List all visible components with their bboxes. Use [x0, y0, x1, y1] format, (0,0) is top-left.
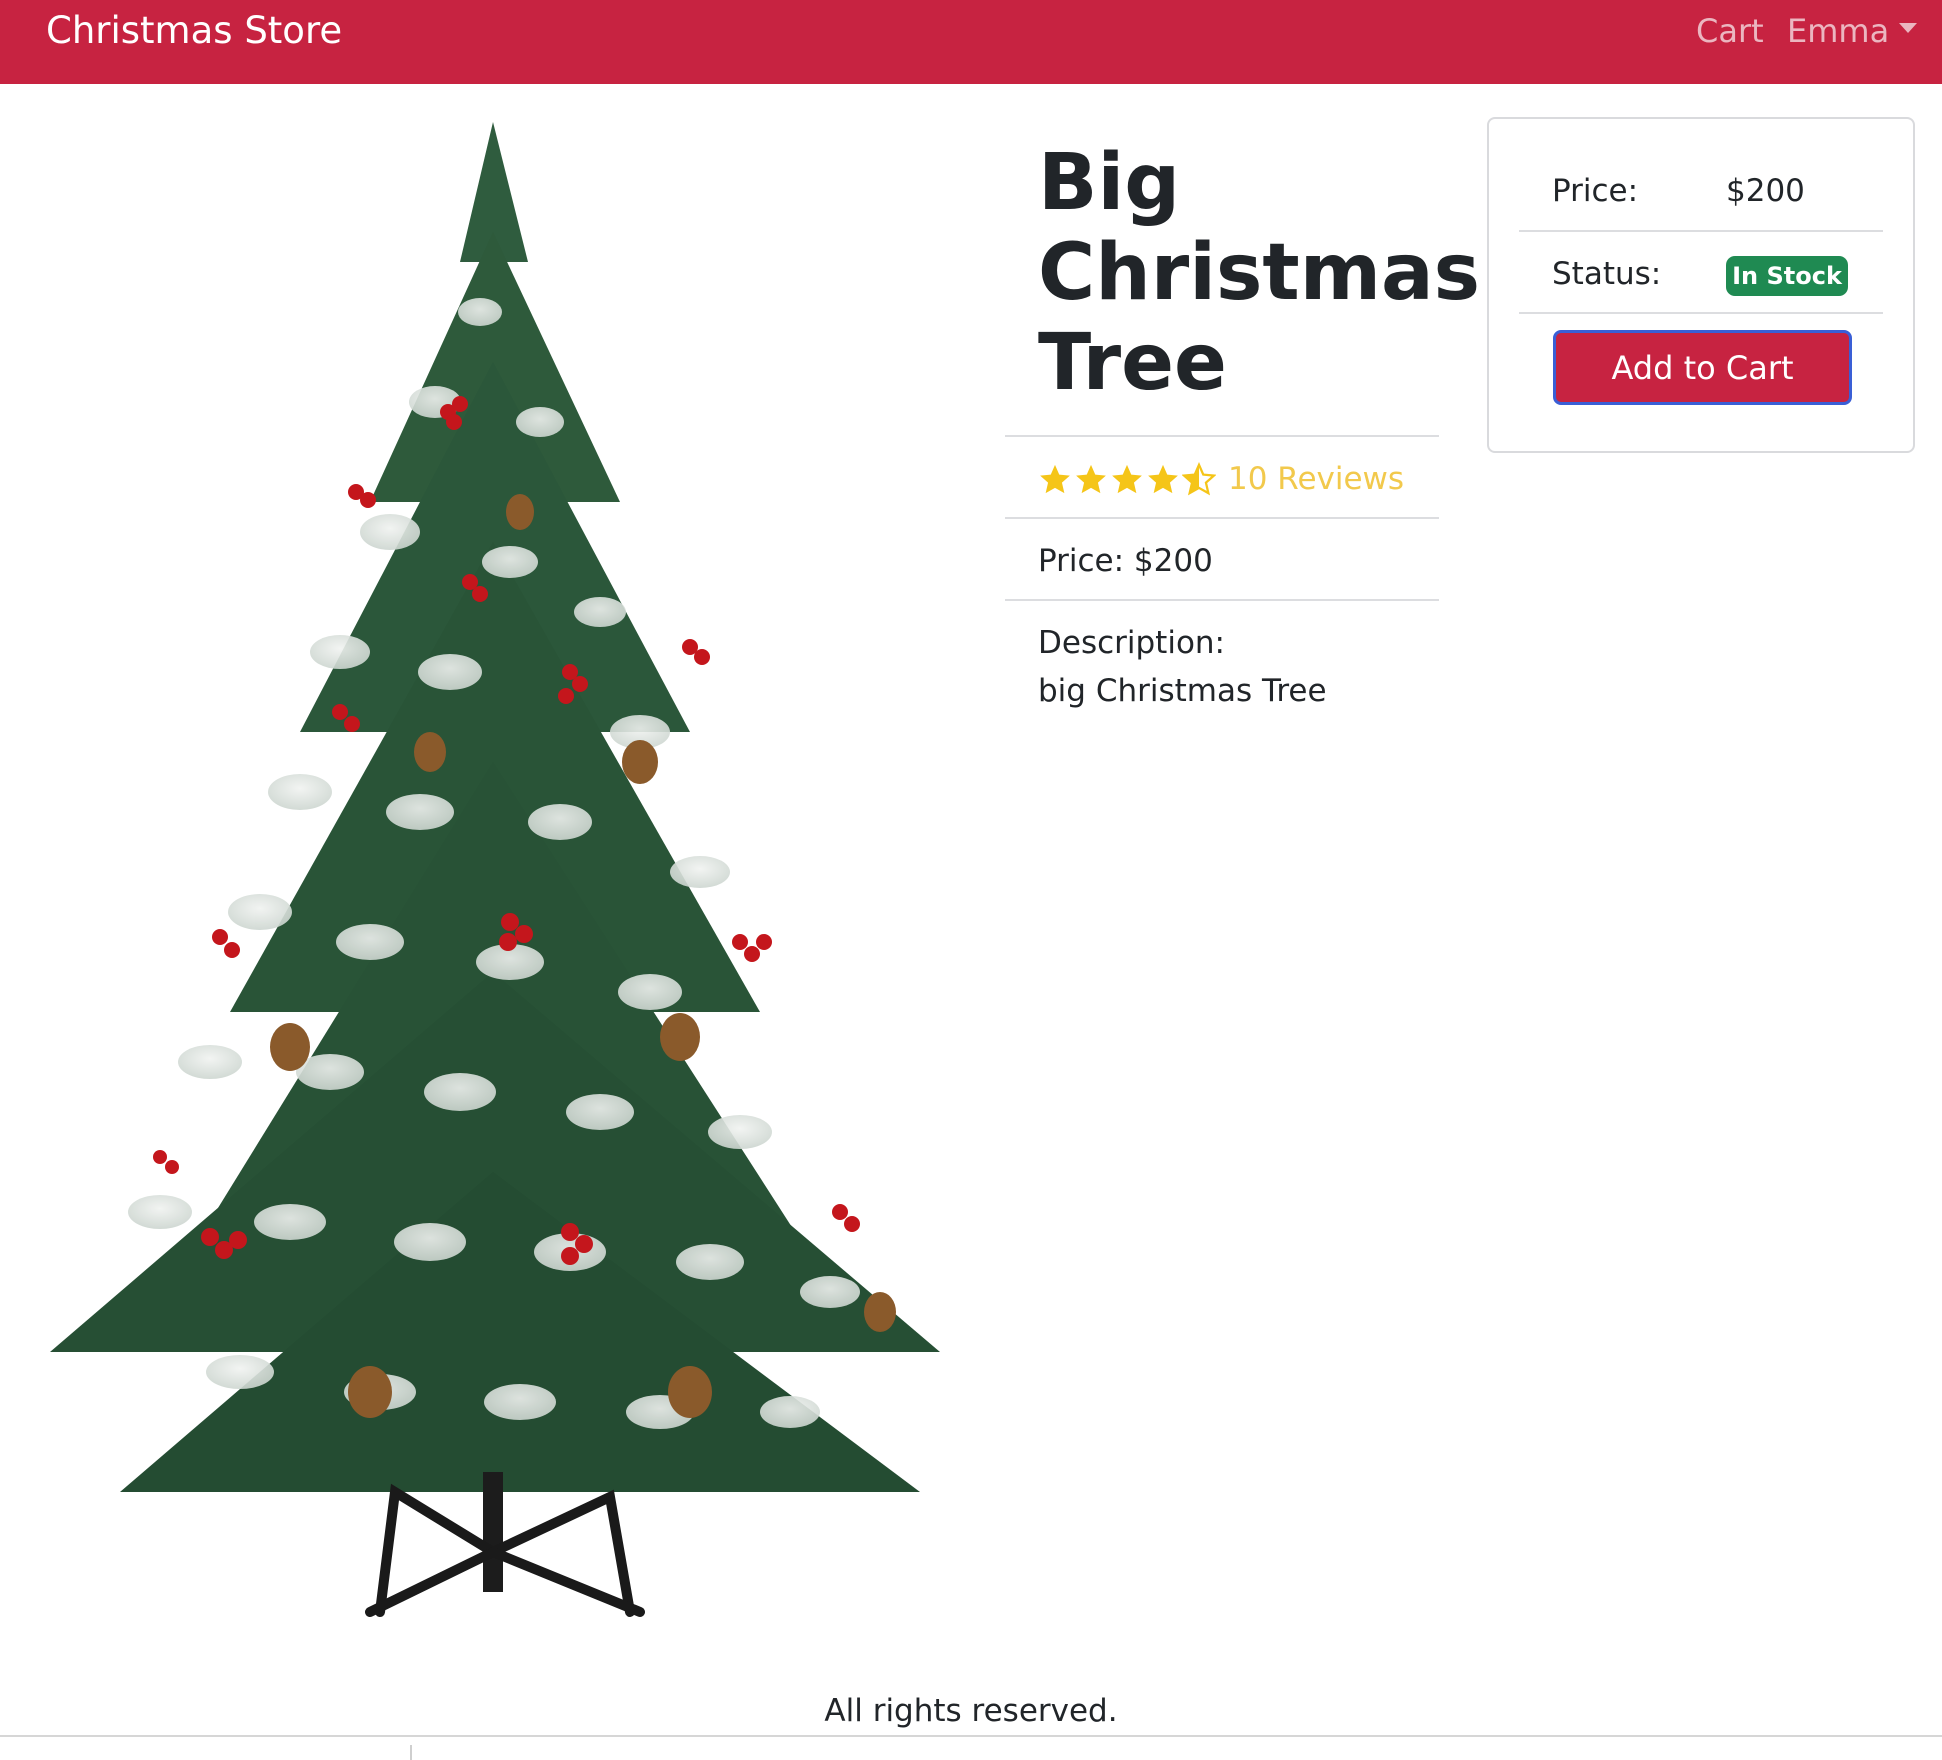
user-menu-label: Emma — [1787, 12, 1890, 50]
reviews-link[interactable]: 10 Reviews — [1228, 461, 1404, 497]
star-full-icon — [1040, 464, 1070, 494]
star-full-icon — [1076, 464, 1106, 494]
caret-down-icon — [1899, 23, 1918, 33]
card-price-value: $200 — [1726, 173, 1805, 209]
star-full-icon — [1112, 464, 1142, 494]
product-title: Big Christmas Tree — [1038, 138, 1481, 408]
footer-divider — [0, 1735, 1942, 1737]
divider — [1005, 517, 1439, 519]
footer-text: All rights reserved. — [824, 1693, 1118, 1729]
star-full-icon — [1148, 464, 1178, 494]
brand-link[interactable]: Christmas Store — [46, 8, 342, 54]
product-price: Price: $200 — [1038, 543, 1213, 579]
nav-cart-link[interactable]: Cart — [1696, 8, 1764, 54]
rating: 10 Reviews — [1038, 458, 1404, 500]
divider — [1519, 312, 1883, 314]
card-price-label: Price: — [1552, 173, 1639, 209]
description-label: Description: — [1038, 625, 1225, 661]
divider — [1005, 435, 1439, 437]
user-menu-dropdown[interactable]: Emma — [1787, 8, 1918, 54]
divider — [1005, 599, 1439, 601]
description-text: big Christmas Tree — [1038, 673, 1327, 709]
status-badge: In Stock — [1726, 256, 1848, 296]
scrollbar-handle — [410, 1745, 412, 1760]
divider — [1519, 230, 1883, 232]
star-half-icon — [1182, 462, 1216, 496]
product-image — [50, 122, 940, 1617]
navbar: Christmas Store Cart Emma — [0, 0, 1942, 84]
add-to-cart-button[interactable]: Add to Cart — [1553, 330, 1852, 405]
card-status-label: Status: — [1552, 256, 1662, 292]
